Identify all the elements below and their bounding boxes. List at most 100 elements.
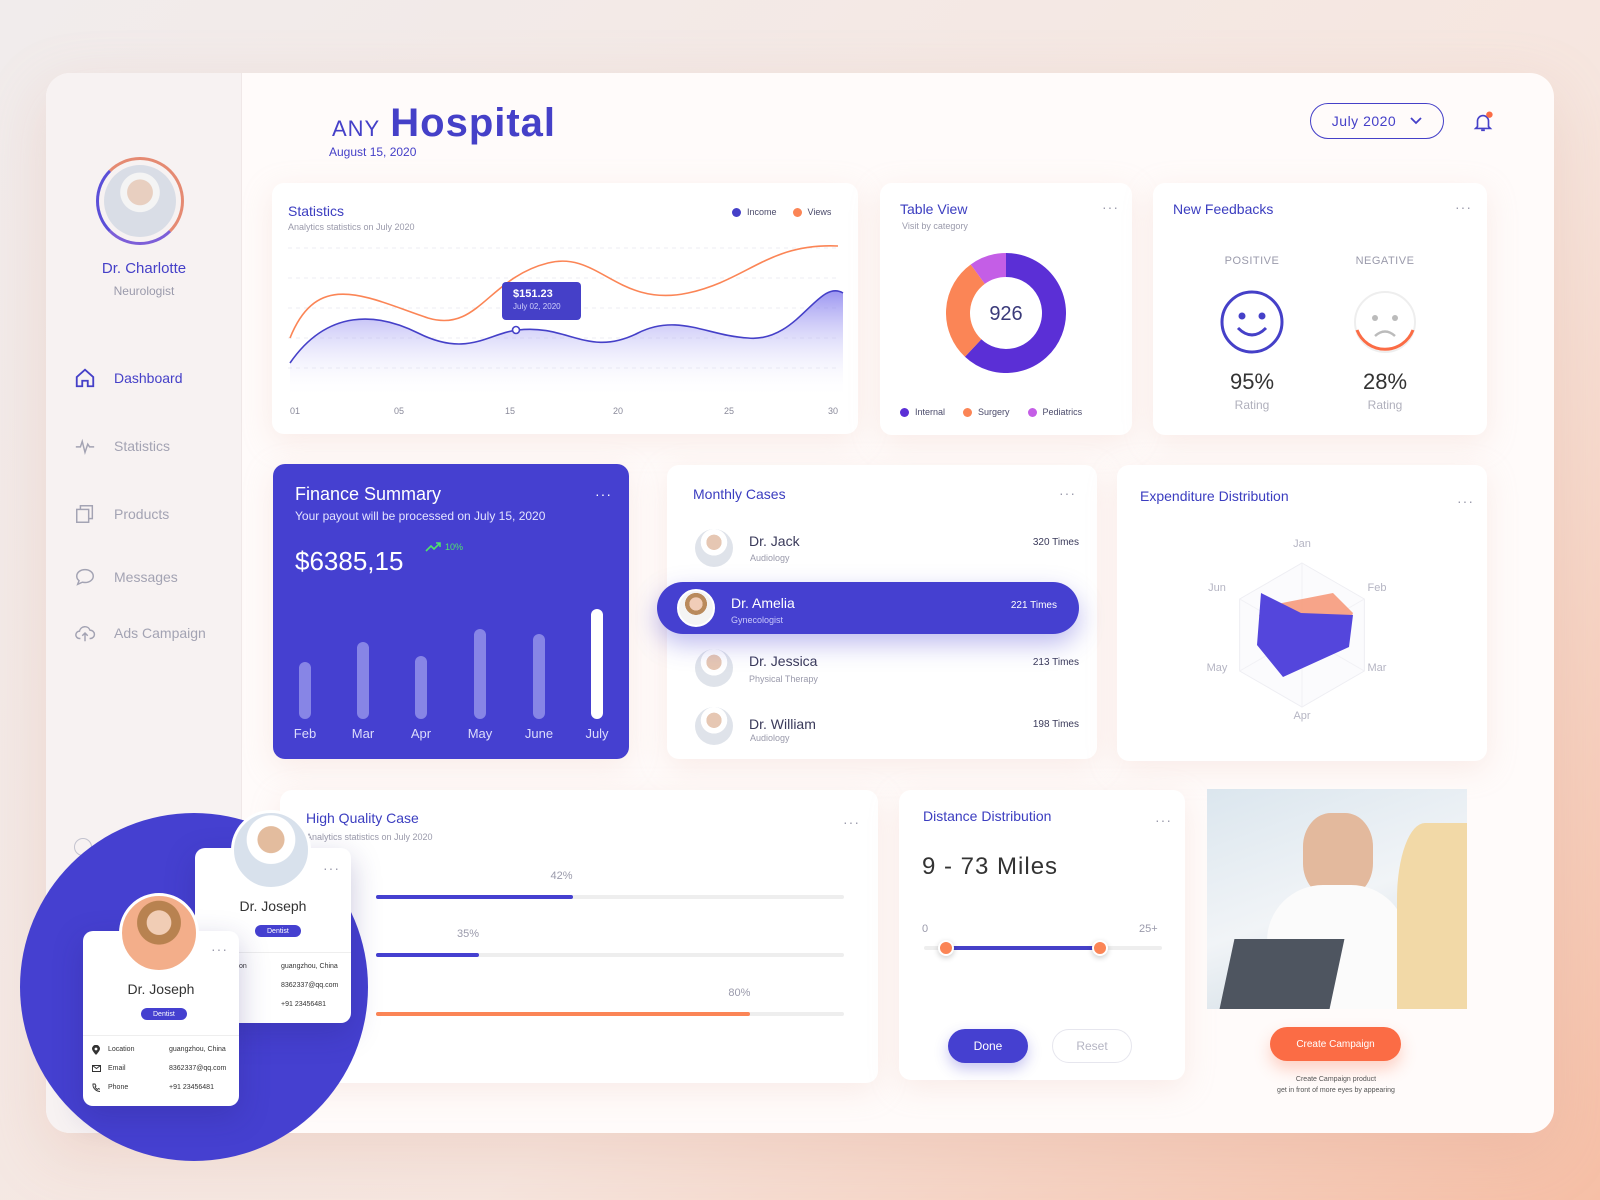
x-tick-label: 05 (394, 406, 405, 416)
case-times: 320 Times (1032, 537, 1079, 548)
distance-card: Distance Distribution ··· 9 - 73 Miles 0… (899, 790, 1185, 1080)
slider-min: 0 (922, 923, 929, 935)
case-row[interactable]: Dr. Jessica Physical Therapy 213 Times (667, 645, 1097, 701)
sidebar-item-messages[interactable]: Messages (74, 566, 234, 588)
smile-icon (1220, 290, 1284, 354)
high-quality-title: High Quality Case (306, 810, 419, 826)
finance-bar[interactable] (415, 656, 427, 719)
sidebar-item-ads-campaign[interactable]: Ads Campaign (74, 622, 234, 644)
finance-amount: $6385,15 (295, 546, 404, 576)
profile-card-email: 8362337@qq.com (281, 982, 339, 989)
table-view-title: Table View (900, 201, 968, 217)
sidebar-item-statistics[interactable]: Statistics (74, 435, 234, 457)
finance-bar[interactable] (533, 634, 545, 719)
high-quality-subtitle: Analytics statistics on July 2020 (306, 832, 433, 842)
finance-bar-label: July (585, 726, 609, 741)
tooltip-point (511, 325, 521, 335)
distance-range: 9 - 73 Miles (922, 853, 1059, 880)
campaign-photo (1207, 789, 1467, 1009)
reset-button[interactable]: Reset (1052, 1029, 1132, 1063)
more-icon[interactable]: ··· (323, 861, 340, 875)
sidebar-item-label: Statistics (114, 438, 171, 454)
slider-max: 25+ (1139, 923, 1158, 935)
positive-caption: Rating (1234, 398, 1270, 412)
case-row-selected[interactable]: Dr. Amelia Gynecologist 221 Times (657, 582, 1079, 634)
positive-label: POSITIVE (1224, 255, 1280, 267)
radar-axis-label: Apr (1293, 710, 1310, 722)
tooltip-date: July 02, 2020 (513, 302, 561, 311)
finance-bar[interactable] (474, 628, 486, 719)
chevron-down-icon (1410, 117, 1422, 125)
expenditure-card: Expenditure Distribution ··· Jan Feb Mar Ap… (1117, 465, 1487, 761)
more-icon[interactable]: ··· (1457, 494, 1474, 508)
radar-axis-label: Feb (1368, 582, 1387, 594)
negative-label: NEGATIVE (1355, 255, 1415, 267)
legend-income: Income (732, 207, 777, 217)
progress-label: 80% (728, 987, 751, 999)
more-icon[interactable]: ··· (595, 487, 612, 501)
x-tick-label: 25 (724, 406, 735, 416)
progress-fill (376, 1012, 751, 1016)
done-button[interactable]: Done (948, 1029, 1028, 1063)
sidebar-item-products[interactable]: Products (74, 503, 234, 525)
case-name: Dr. William (749, 716, 816, 732)
more-icon[interactable]: ··· (1455, 200, 1472, 214)
finance-bar[interactable] (299, 661, 311, 719)
finance-title: Finance Summary (295, 484, 442, 504)
avatar (231, 810, 311, 890)
sidebar-item-dashboard[interactable]: Dashboard (74, 367, 234, 389)
finance-bar[interactable] (591, 609, 603, 719)
create-campaign-button[interactable]: Create Campaign (1270, 1027, 1401, 1061)
chat-icon (76, 568, 94, 586)
more-icon[interactable]: ··· (1102, 200, 1119, 214)
case-name: Dr. Amelia (731, 595, 795, 611)
avatar (695, 529, 733, 567)
profile-card-front[interactable]: ··· Dr. Joseph Dentist Location guangzho… (83, 893, 239, 1106)
campaign-note: Create Campaign product (1295, 1076, 1377, 1083)
case-name: Dr. Jack (749, 533, 800, 549)
brand-prefix: ANY (332, 116, 381, 141)
avatar (677, 589, 715, 627)
table-view-card: Table View Visit by category ··· 926 Int… (880, 183, 1132, 435)
case-times: 198 Times (1032, 719, 1079, 730)
positive-value: 95% (1229, 369, 1275, 394)
avatar (695, 649, 733, 687)
distance-title: Distance Distribution (923, 808, 1052, 824)
sidebar-item-label: Products (114, 506, 170, 522)
case-row[interactable]: Dr. William Audiology 198 Times (667, 707, 1097, 763)
x-tick-label: 01 (290, 406, 301, 416)
progress-fill (376, 895, 573, 899)
statistics-subtitle: Analytics statistics on July 2020 (288, 222, 415, 232)
bell-icon[interactable] (1472, 111, 1494, 133)
finance-bar[interactable] (357, 642, 369, 719)
statistics-legend: Income Views (732, 207, 831, 217)
legend-surgery: Surgery (963, 407, 1010, 417)
profile-card-location: guangzhou, China (169, 1046, 226, 1053)
more-icon[interactable]: ··· (843, 815, 860, 829)
case-row[interactable]: Dr. Jack Audiology 320 Times (667, 523, 1097, 579)
finance-bar-label: Mar (351, 726, 375, 741)
statistics-chart (288, 245, 844, 398)
radar-chart: Jan Feb Mar Apr May Jun (1207, 538, 1387, 722)
finance-summary-card: Finance Summary Your payout will be proc… (273, 464, 629, 759)
slider-handle-max[interactable] (1092, 940, 1108, 956)
tooltip-value: $151.23 (513, 288, 553, 300)
more-icon[interactable]: ··· (1155, 813, 1172, 827)
profile-card-badge: Dentist (141, 1008, 187, 1020)
profile-card-location-label: on (239, 963, 247, 970)
case-times: 213 Times (1032, 657, 1079, 668)
profile-avatar[interactable] (96, 157, 184, 245)
month-select[interactable]: July 2020 (1310, 103, 1444, 139)
email-icon (92, 1065, 101, 1072)
expenditure-title: Expenditure Distribution (1140, 488, 1289, 504)
sidebar-item-label: Ads Campaign (114, 625, 206, 641)
case-specialty: Gynecologist (731, 615, 784, 625)
slider-handle-min[interactable] (938, 940, 954, 956)
more-icon[interactable]: ··· (211, 942, 228, 956)
copy-icon (76, 505, 94, 523)
more-icon[interactable]: ··· (1059, 486, 1076, 500)
profile-card-name: Dr. Joseph (127, 981, 195, 997)
distance-slider-range (946, 946, 1100, 950)
x-tick-label: 15 (505, 406, 516, 416)
negative-caption: Rating (1367, 398, 1403, 412)
